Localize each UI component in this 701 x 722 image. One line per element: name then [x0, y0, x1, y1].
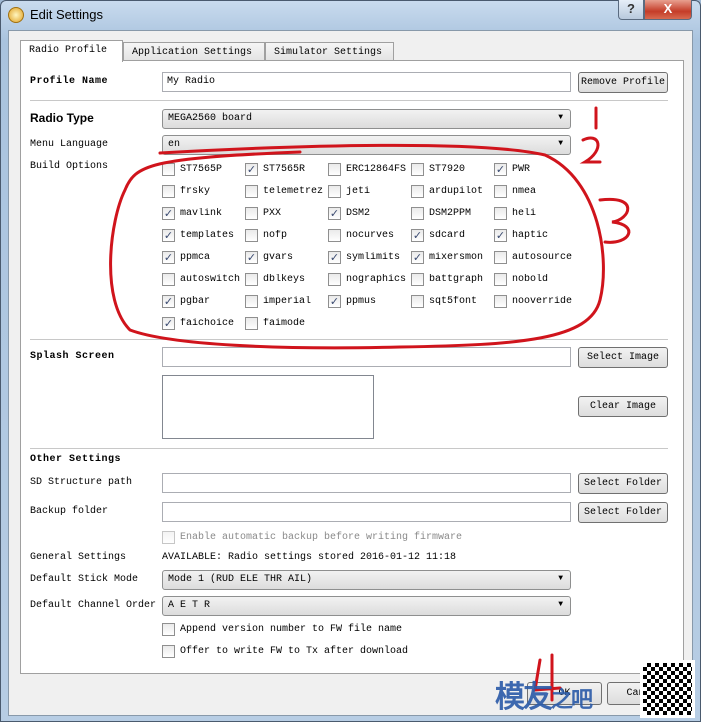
annotation-2 [579, 136, 602, 164]
annotation-circle [109, 143, 605, 350]
annotation-layer [109, 106, 631, 702]
qr-code [640, 660, 695, 718]
annotation-3 [598, 197, 631, 244]
tab-radio-profile[interactable]: Radio Profile [20, 40, 123, 62]
watermark-logo: 模友之吧 [495, 680, 593, 715]
